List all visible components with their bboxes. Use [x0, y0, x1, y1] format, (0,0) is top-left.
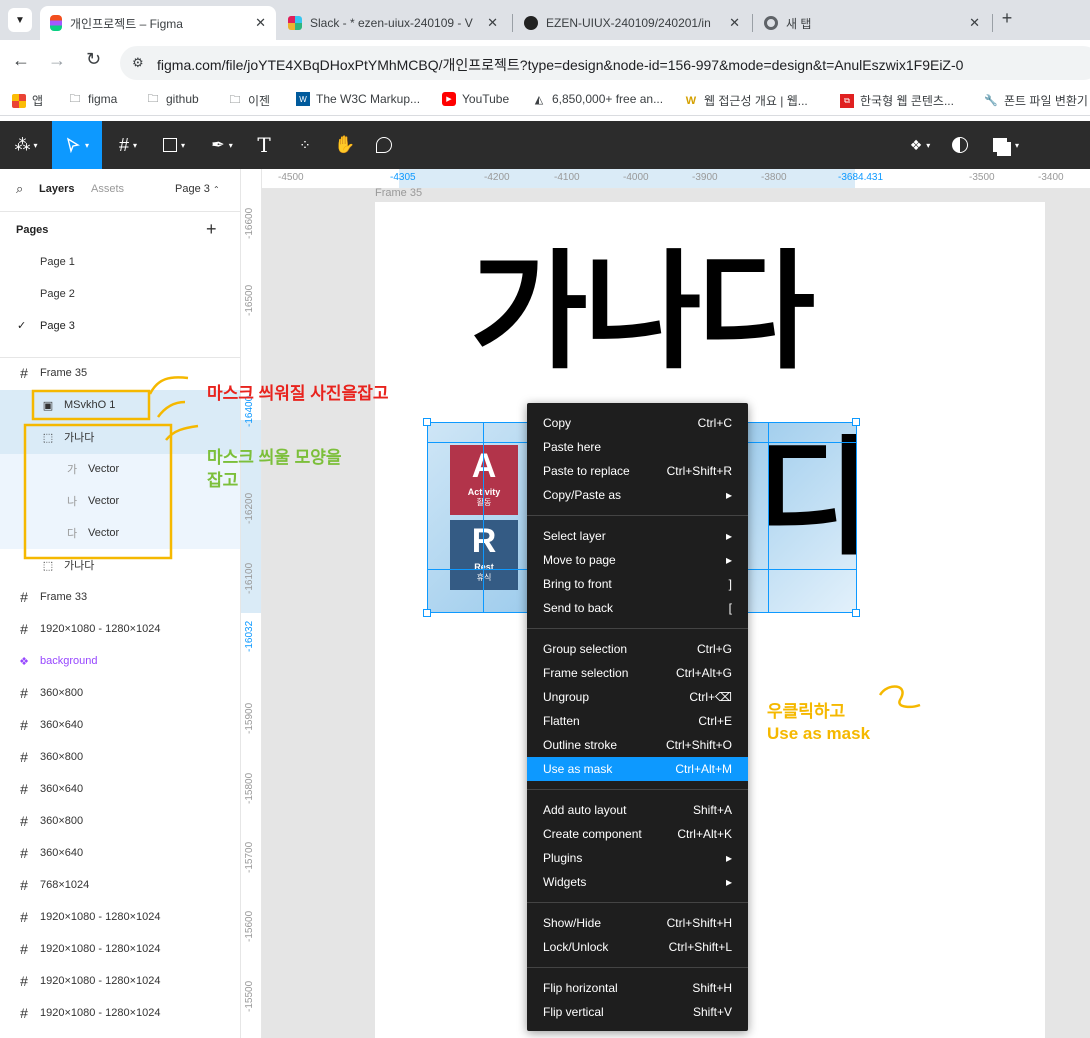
annotation-right-click: 우클릭하고: [767, 702, 846, 721]
annotation-stroke: [156, 400, 186, 418]
annotation-layer: [23, 376, 921, 709]
annotation-select-shape-line1: 마스크 씌울 모양을: [207, 448, 342, 467]
annotation-select-shape-line2: 잡고: [207, 471, 239, 490]
annotation-number-two: [878, 685, 921, 709]
annotation-stroke: [148, 376, 189, 395]
annotation-box-shape: [23, 423, 173, 560]
annotation-select-image: 마스크 씌워질 사진을잡고: [207, 384, 389, 403]
annotation-box-image: [31, 389, 151, 421]
annotation-use-as-mask: Use as mask: [767, 724, 871, 743]
